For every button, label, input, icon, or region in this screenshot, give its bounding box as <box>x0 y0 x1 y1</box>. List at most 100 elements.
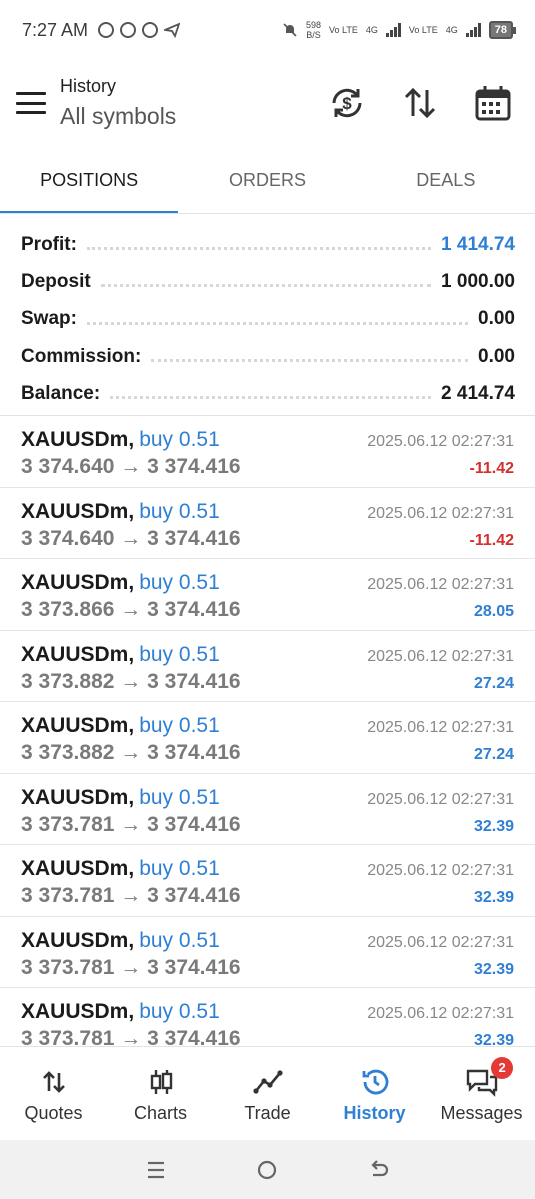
open-price: 3 373.781 <box>21 812 115 836</box>
nav-label: History <box>343 1103 406 1123</box>
deal-direction: buy 0.51 <box>139 571 220 594</box>
deal-prices: 3 374.640 → 3 374.416 <box>21 455 241 479</box>
nav-history[interactable]: History <box>321 1047 428 1138</box>
deal-direction: buy 0.51 <box>139 714 220 737</box>
open-price: 3 373.781 <box>21 1027 115 1045</box>
nav-messages[interactable]: 2 Messages <box>428 1047 535 1138</box>
back-icon[interactable] <box>366 1157 392 1183</box>
arrow: → <box>120 526 142 550</box>
network-speed: 598 B/S <box>306 20 321 40</box>
summary-value: 1 414.74 <box>441 233 515 255</box>
sort-icon[interactable] <box>400 83 440 123</box>
signal2-icon <box>465 23 481 37</box>
dotted-leader <box>110 396 432 400</box>
deal-time: 2025.06.12 02:27:31 <box>367 1005 514 1022</box>
symbol-filter[interactable]: All symbols <box>60 103 176 130</box>
nav-label: Messages <box>440 1103 523 1123</box>
tab-orders[interactable]: ORDERS <box>178 150 356 214</box>
account-summary: Profit: 1 414.74 Deposit 1 000.00 Swap: … <box>21 226 515 412</box>
nav-label: Charts <box>133 1103 187 1123</box>
tabs-divider <box>0 213 535 214</box>
open-price: 3 373.882 <box>21 741 115 764</box>
dotted-leader <box>151 359 469 363</box>
deal-profit: 32.39 <box>473 889 514 906</box>
list-item[interactable]: XAUUSDm, buy 0.51 2025.06.12 02:27:31 3 … <box>0 988 535 1045</box>
list-item[interactable]: XAUUSDm, buy 0.51 2025.06.12 02:27:31 3 … <box>0 416 535 488</box>
menu-icon[interactable] <box>16 92 46 114</box>
svg-text:$: $ <box>342 94 352 113</box>
deal-time: 2025.06.12 02:27:31 <box>367 933 514 951</box>
close-price: 3 374.416 <box>147 669 241 693</box>
positions-list[interactable]: XAUUSDm, buy 0.51 2025.06.12 02:27:31 3 … <box>0 415 535 1045</box>
deal-profit: 27.24 <box>473 674 514 692</box>
deal-direction: buy 0.51 <box>139 1000 220 1023</box>
deal-time: 2025.06.12 02:27:31 <box>367 504 514 522</box>
open-price: 3 373.781 <box>21 955 115 979</box>
list-item[interactable]: XAUUSDm, buy 0.51 2025.06.12 02:27:31 3 … <box>0 559 535 631</box>
deal-symbol: XAUUSDm <box>21 428 129 451</box>
open-price: 3 373.781 <box>21 884 115 907</box>
history-tabs: POSITIONS ORDERS DEALS <box>0 150 535 214</box>
deal-direction: buy 0.51 <box>139 642 220 666</box>
summary-label: Balance: <box>21 382 101 404</box>
currency-refresh-icon[interactable]: $ <box>327 83 367 123</box>
header-titles: History All symbols <box>60 76 176 130</box>
summary-row-profit: Profit: 1 414.74 <box>21 226 515 263</box>
whatsapp-icon <box>142 22 159 38</box>
dotted-leader <box>86 321 469 325</box>
deal-symbol: XAUUSDm <box>21 714 129 737</box>
deal-symbol: XAUUSDm <box>21 857 129 880</box>
close-price: 3 374.416 <box>147 955 241 979</box>
open-price: 3 374.640 <box>21 455 115 478</box>
history-icon <box>362 1069 388 1095</box>
page-title: History <box>60 76 117 96</box>
deal-direction: buy 0.51 <box>139 428 220 451</box>
deal-symbol: XAUUSDm <box>21 499 129 523</box>
list-item[interactable]: XAUUSDm, buy 0.51 2025.06.12 02:27:31 3 … <box>0 917 535 988</box>
summary-row-swap: Swap: 0.00 <box>21 301 515 338</box>
summary-value: 0.00 <box>478 308 515 330</box>
list-item[interactable]: XAUUSDm, buy 0.51 2025.06.12 02:27:31 3 … <box>0 774 535 845</box>
arrow: → <box>120 598 142 621</box>
deal-prices: 3 373.781 → 3 374.416 <box>21 956 241 980</box>
recent-apps-icon[interactable] <box>143 1157 169 1183</box>
open-price: 3 373.882 <box>21 669 115 693</box>
list-item[interactable]: XAUUSDm, buy 0.51 2025.06.12 02:27:31 3 … <box>0 631 535 702</box>
nav-quotes[interactable]: Quotes <box>0 1047 107 1138</box>
summary-row-balance: Balance: 2 414.74 <box>21 375 515 412</box>
nav-label: Trade <box>244 1103 291 1123</box>
tab-deals[interactable]: DEALS <box>357 150 535 214</box>
quotes-icon <box>42 1071 65 1093</box>
arrow: → <box>120 741 142 764</box>
deal-time: 2025.06.12 02:27:31 <box>367 433 514 450</box>
status-right: 598 B/S Vo LTE 4G Vo LTE 4G 78 <box>282 20 517 40</box>
open-price: 3 374.640 <box>21 526 115 550</box>
whatsapp-icon <box>98 22 115 38</box>
send-icon <box>164 22 181 38</box>
deal-prices: 3 373.781 → 3 374.416 <box>21 884 241 908</box>
summary-value: 2 414.74 <box>441 382 515 404</box>
status-bar: 7:27 AM 598 B/S Vo LTE 4G Vo LTE 4G 78 <box>0 0 535 60</box>
summary-row-deposit: Deposit 1 000.00 <box>21 263 515 300</box>
system-navigation <box>0 1140 535 1199</box>
deal-time: 2025.06.12 02:27:31 <box>367 719 514 736</box>
close-price: 3 374.416 <box>147 598 241 621</box>
tab-positions[interactable]: POSITIONS <box>0 150 179 214</box>
close-price: 3 374.416 <box>147 526 241 550</box>
summary-label: Deposit <box>21 270 91 292</box>
nav-charts[interactable]: Charts <box>107 1047 214 1138</box>
network2-gen: 4G <box>445 25 458 35</box>
list-item[interactable]: XAUUSDm, buy 0.51 2025.06.12 02:27:31 3 … <box>0 702 535 774</box>
calendar-icon[interactable] <box>473 83 513 123</box>
close-price: 3 374.416 <box>147 884 241 907</box>
deal-symbol: XAUUSDm <box>21 785 129 809</box>
mute-bell-icon <box>283 23 297 37</box>
open-price: 3 373.866 <box>21 598 115 621</box>
nav-trade[interactable]: Trade <box>214 1047 321 1138</box>
list-item[interactable]: XAUUSDm, buy 0.51 2025.06.12 02:27:31 3 … <box>0 845 535 917</box>
list-item[interactable]: XAUUSDm, buy 0.51 2025.06.12 02:27:31 3 … <box>0 488 535 559</box>
deal-prices: 3 373.866 → 3 374.416 <box>21 598 241 622</box>
deal-prices: 3 373.781 → 3 374.416 <box>21 1027 241 1045</box>
deal-symbol: XAUUSDm <box>21 642 129 666</box>
home-icon[interactable] <box>254 1157 280 1183</box>
